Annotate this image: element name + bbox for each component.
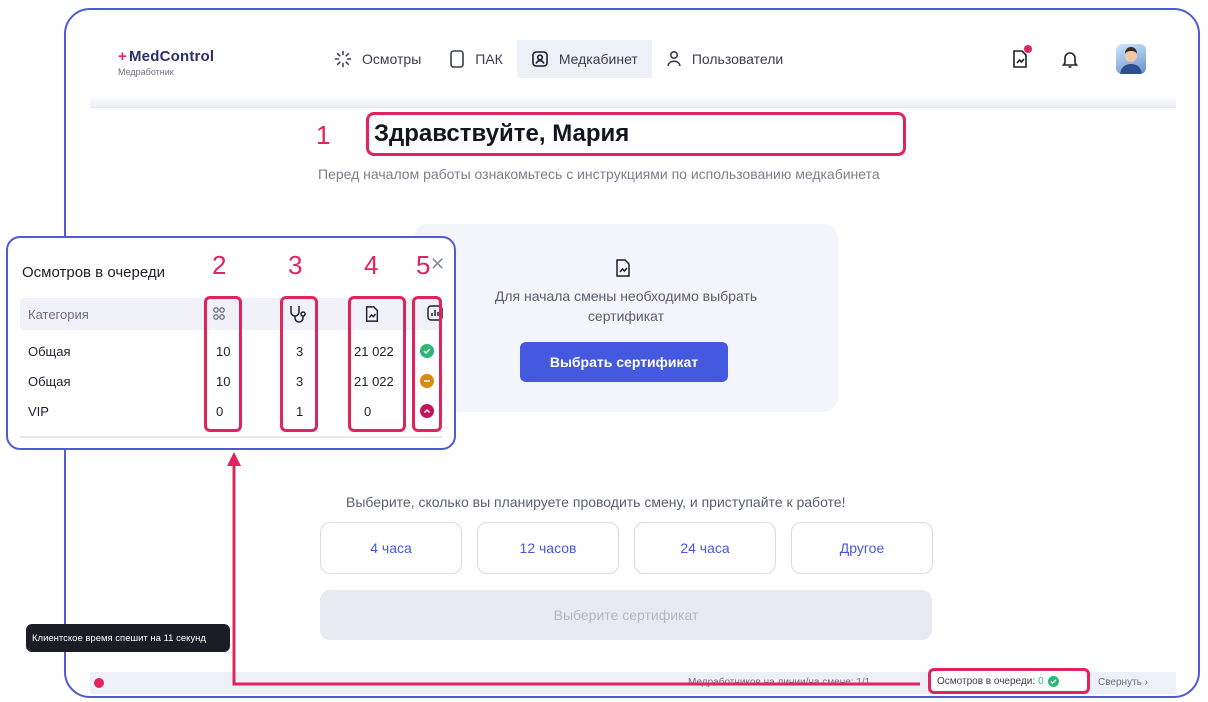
document-chart-icon (614, 258, 632, 283)
nav-label: Осмотры (362, 51, 422, 67)
column-header-category: Категория (28, 307, 89, 322)
close-icon[interactable]: ✕ (430, 254, 445, 275)
collapse-button[interactable]: Свернуть › (1098, 677, 1148, 688)
staff-status: Медработников на линии/на смене: 1/1 (688, 677, 871, 688)
column-highlight-5 (412, 296, 442, 432)
shift-12h-button[interactable]: 12 часов (477, 522, 619, 574)
nav-label: Медкабинет (558, 51, 638, 67)
device-icon (450, 50, 465, 68)
queue-status-button[interactable]: Осмотров в очереди: 0 (928, 668, 1090, 694)
collapse-label: Свернуть (1098, 677, 1142, 688)
annotation-number-1: 1 (316, 120, 331, 150)
error-indicator-icon[interactable] (94, 678, 104, 688)
annotation-number-4: 4 (364, 250, 379, 280)
logo[interactable]: + MedControl Медработник (118, 48, 214, 77)
column-highlight-2 (204, 296, 242, 432)
certificate-text: сертификат (587, 308, 665, 324)
nav-item-medcabinet[interactable]: Медкабинет (516, 40, 652, 78)
logo-subtitle: Медработник (118, 67, 174, 77)
avatar[interactable] (1116, 44, 1146, 74)
nav-item-exams[interactable]: Осмотры (320, 40, 435, 78)
start-shift-button-disabled[interactable]: Выберите сертификат (320, 590, 932, 640)
plus-icon: + (118, 48, 127, 65)
id-card-icon (532, 51, 548, 67)
notification-dot (1024, 45, 1032, 53)
column-highlight-3 (280, 296, 318, 432)
queue-count: 0 (1038, 675, 1044, 687)
nav-label: ПАК (475, 51, 503, 67)
certificate-text: Для начала смены необходимо выбрать (494, 288, 758, 304)
annotation-number-2: 2 (212, 250, 227, 280)
certificate-card: Для начала смены необходимо выбрать серт… (414, 224, 838, 412)
shift-other-button[interactable]: Другое (791, 522, 933, 574)
nav-item-users[interactable]: Пользователи (652, 40, 797, 78)
table-row-category: Общая (28, 344, 71, 359)
select-certificate-button[interactable]: Выбрать сертификат (520, 342, 728, 382)
queue-popup: Осмотров в очереди ✕ 2 3 4 5 Категория О… (6, 236, 456, 450)
logo-title: MedControl (128, 48, 215, 65)
main-nav: Осмотры ПАК Медкабинет Пользователи (320, 40, 797, 80)
table-row-category: VIP (28, 404, 49, 419)
header-actions (982, 44, 1146, 74)
page-title: Здравствуйте, Мария (374, 120, 630, 147)
status-bar: Медработников на линии/на смене: 1/1 Осм… (90, 668, 1176, 694)
divider (20, 436, 442, 438)
annotation-number-5: 5 (416, 250, 431, 280)
table-row-category: Общая (28, 374, 71, 389)
nav-item-pak[interactable]: ПАК (435, 40, 517, 78)
document-chart-icon[interactable] (1008, 45, 1032, 71)
nav-label: Пользователи (691, 51, 784, 67)
shift-24h-button[interactable]: 24 часа (634, 522, 776, 574)
annotation-number-3: 3 (288, 250, 303, 280)
chevron-right-icon: › (1144, 677, 1148, 688)
column-highlight-4 (348, 296, 406, 432)
user-icon (667, 50, 681, 67)
time-tooltip: Клиентское время спешит на 11 секунд (26, 624, 230, 652)
bell-icon[interactable] (1058, 47, 1082, 71)
popup-title: Осмотров в очереди (22, 264, 165, 281)
check-circle-icon (1047, 675, 1059, 687)
shift-options: 4 часа 12 часов 24 часа Другое (320, 522, 948, 574)
shift-4h-button[interactable]: 4 часа (320, 522, 462, 574)
top-header: + MedControl Медработник Осмотры ПАК Медк… (90, 10, 1176, 108)
queue-label: Осмотров в очереди: (937, 675, 1036, 687)
page-subtitle: Перед началом работы ознакомьтесь с инст… (318, 166, 880, 182)
shift-title: Выберите, сколько вы планируете проводит… (346, 494, 846, 510)
spinner-icon (334, 50, 352, 68)
